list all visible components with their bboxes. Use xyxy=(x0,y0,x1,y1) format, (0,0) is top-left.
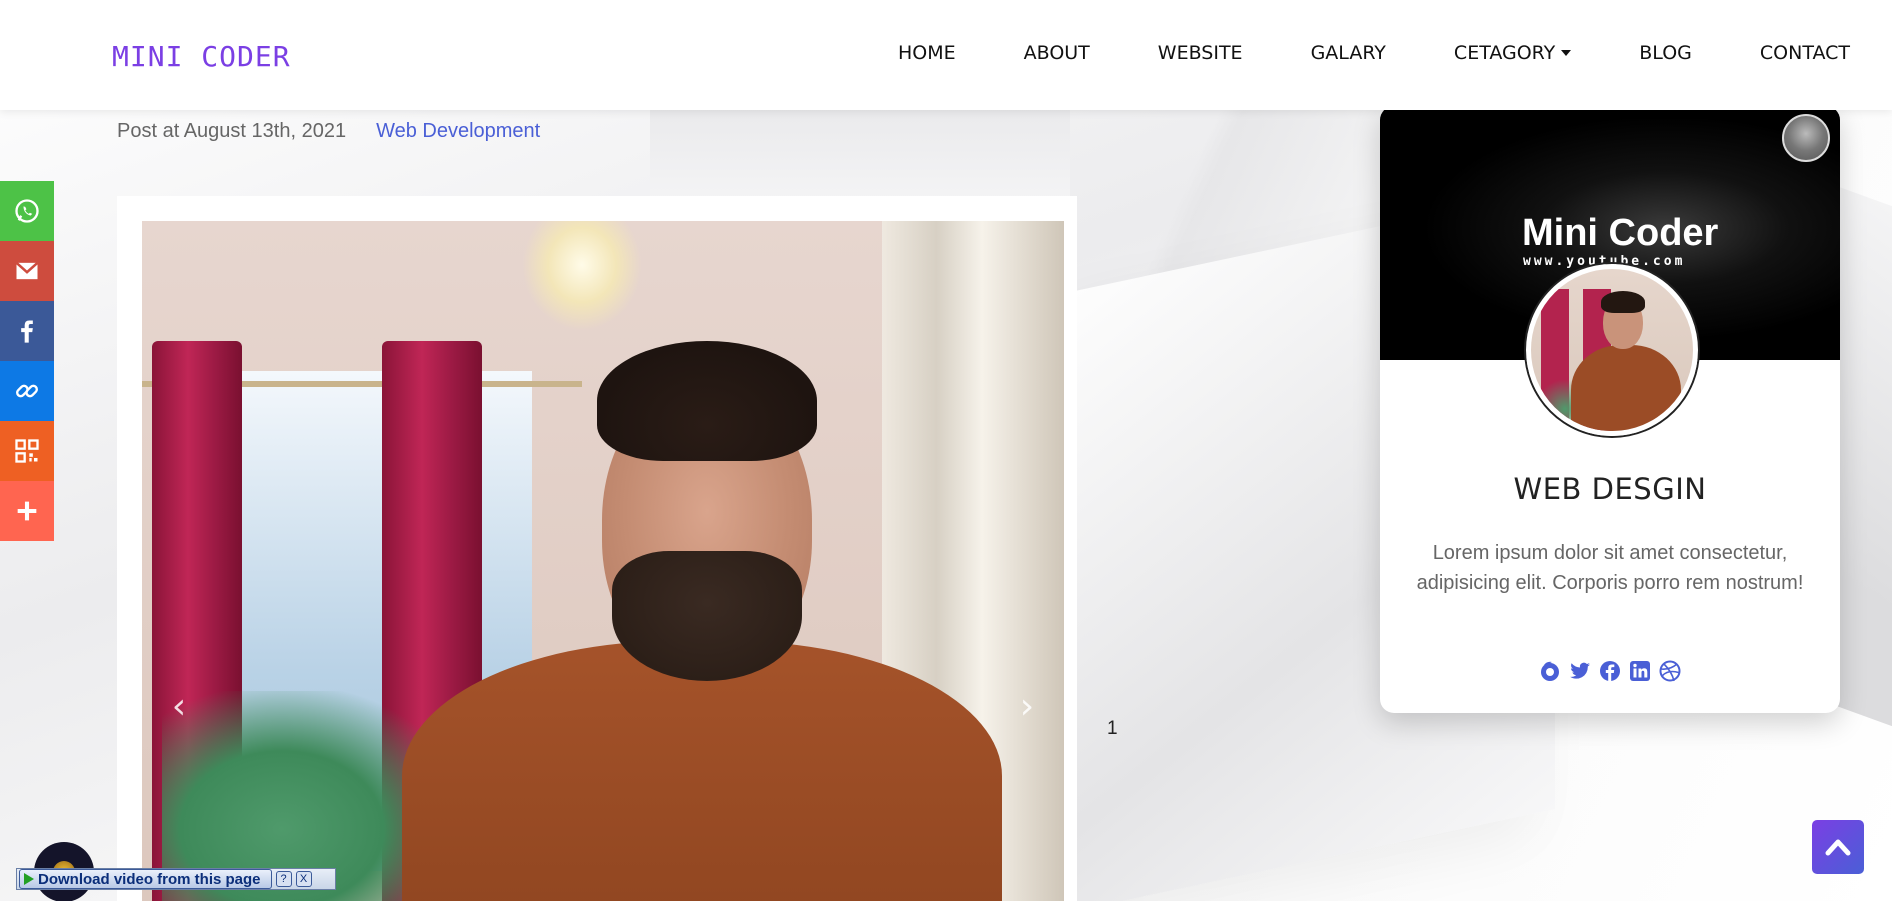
share-copy-link-button[interactable] xyxy=(0,361,54,421)
nav-contact[interactable]: CONTACT xyxy=(1760,42,1850,64)
nav-contact-label: CONTACT xyxy=(1759,42,1850,64)
image-carousel[interactable]: ‹ › xyxy=(142,221,1064,901)
social-links xyxy=(1380,659,1840,683)
main-nav: HOME ABOUT WEBSITE GALARY CETAGORY BLOG … xyxy=(830,42,1850,64)
profile-title: WEB DESGIN xyxy=(1513,472,1707,506)
banner-avatar[interactable] xyxy=(1782,114,1830,162)
nav-cetagory-dropdown[interactable]: CETAGORY xyxy=(1453,42,1572,64)
twitter-icon xyxy=(1570,662,1590,679)
copy-link-icon xyxy=(16,384,38,398)
download-video-label: Download video from this page xyxy=(38,870,261,888)
navbar: MINI CODER HOME ABOUT WEBSITE GALARY CET… xyxy=(0,0,1892,110)
post-date: Post at August 13th, 2021 xyxy=(117,120,347,142)
play-icon xyxy=(24,873,34,885)
nav-about-label: ABOUT xyxy=(1023,42,1090,64)
facebook-icon xyxy=(21,320,33,343)
post-category-link[interactable]: Web Development xyxy=(376,120,540,143)
nav-blog-label: BLOG xyxy=(1639,42,1692,64)
chevron-up-icon xyxy=(1825,839,1851,856)
close-button[interactable]: X xyxy=(295,871,312,887)
carousel-prev-button[interactable]: ‹ xyxy=(164,686,194,736)
scroll-to-top-button[interactable] xyxy=(1812,820,1864,874)
facebook-icon xyxy=(1600,661,1620,681)
social-linkedin-link[interactable] xyxy=(1628,659,1652,683)
nav-blog[interactable]: BLOG xyxy=(1639,42,1692,64)
social-dribbble-link[interactable] xyxy=(1658,659,1682,683)
photo-person-beard xyxy=(612,551,802,681)
download-video-button[interactable]: Download video from this page xyxy=(19,869,272,889)
gmail-icon xyxy=(15,261,39,280)
social-twitter-link[interactable] xyxy=(1568,659,1592,683)
profile-avatar xyxy=(1526,264,1698,436)
video-download-bar: Download video from this page ? X xyxy=(16,868,336,890)
share-gmail-button[interactable] xyxy=(0,241,54,301)
profile-description: Lorem ipsum dolor sit amet consectetur, … xyxy=(1416,542,1804,594)
share-qr-code-button[interactable] xyxy=(0,421,54,481)
post-card: ‹ › xyxy=(117,196,1077,901)
firefox-icon xyxy=(1541,661,1559,681)
slide-counter: 1 xyxy=(1107,718,1118,739)
profile-card: Mini Coder www.youtube.com WEB DESGIN Lo… xyxy=(1380,106,1840,713)
dribbble-icon xyxy=(1659,660,1681,682)
avatar-person-hair xyxy=(1601,291,1645,313)
caret-down-icon xyxy=(1561,50,1572,56)
share-whatsapp-button[interactable] xyxy=(0,181,54,241)
help-button[interactable]: ? xyxy=(275,871,292,887)
brand-logo[interactable]: MINI CODER xyxy=(112,40,291,73)
avatar-person-body xyxy=(1571,345,1681,431)
social-facebook-link[interactable] xyxy=(1598,659,1622,683)
nav-galary-label: GALARY xyxy=(1310,42,1386,64)
nav-cetagory-label: CETAGORY xyxy=(1453,42,1556,64)
nav-website-label: WEBSITE xyxy=(1157,42,1243,64)
photo-chandelier xyxy=(522,221,642,331)
share-facebook-button[interactable] xyxy=(0,301,54,361)
plus-icon xyxy=(17,501,37,521)
banner-title: Mini Coder xyxy=(1522,212,1719,254)
qr-code-icon xyxy=(15,439,39,463)
social-firefox-link[interactable] xyxy=(1538,659,1562,683)
nav-home[interactable]: HOME xyxy=(898,42,956,64)
whatsapp-icon xyxy=(15,199,39,223)
nav-website[interactable]: WEBSITE xyxy=(1158,42,1243,64)
linkedin-icon xyxy=(1630,661,1650,681)
share-bar xyxy=(0,181,54,541)
nav-home-label: HOME xyxy=(897,42,956,64)
nav-galary[interactable]: GALARY xyxy=(1311,42,1386,64)
share-more-button[interactable] xyxy=(0,481,54,541)
nav-about[interactable]: ABOUT xyxy=(1024,42,1090,64)
photo-person-hair xyxy=(597,341,817,461)
carousel-next-button[interactable]: › xyxy=(1012,686,1042,736)
post-meta: Post at August 13th, 2021 Web Developmen… xyxy=(117,120,540,143)
